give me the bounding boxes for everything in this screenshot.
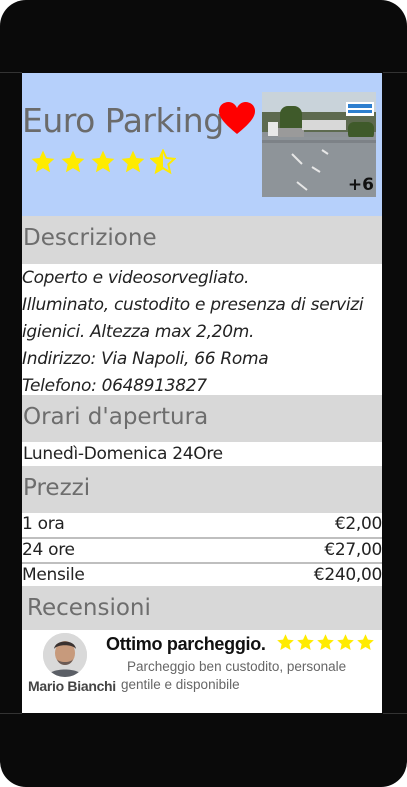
phone-frame: Euro Parking +6 Descrizione Coperto e vi… bbox=[0, 0, 407, 787]
star-half-icon bbox=[150, 149, 176, 175]
price-label: 1 ora bbox=[22, 514, 65, 534]
opening-hours: Lunedì-Domenica 24Ore bbox=[23, 444, 223, 464]
star-icon bbox=[337, 634, 354, 651]
star-icon bbox=[31, 150, 55, 173]
description-line: Illuminato, custodito e presenza di serv… bbox=[22, 295, 364, 315]
review-title: Ottimo parcheggio. bbox=[106, 634, 266, 654]
description-section-header: Descrizione bbox=[22, 216, 382, 264]
star-icon bbox=[317, 634, 334, 651]
reviews-heading: Recensioni bbox=[27, 595, 151, 621]
parking-name: Euro Parking bbox=[22, 101, 224, 140]
price-row: Mensile €240,00 bbox=[22, 564, 382, 588]
star-icon bbox=[121, 150, 145, 173]
parking-header: Euro Parking +6 bbox=[22, 73, 382, 216]
hours-heading: Orari d'apertura bbox=[23, 404, 209, 430]
description-line: Indirizzo: Via Napoli, 66 Roma bbox=[22, 349, 269, 369]
frame-line bbox=[0, 72, 22, 73]
reviewer-avatar bbox=[43, 633, 87, 677]
prices-heading: Prezzi bbox=[23, 475, 91, 501]
price-row: 24 ore €27,00 bbox=[22, 539, 382, 563]
star-icon bbox=[277, 634, 294, 651]
review-item[interactable]: Mario Bianchi Ottimo parcheggio. Parcheg… bbox=[22, 630, 382, 700]
star-icon bbox=[91, 150, 115, 173]
description-text: Coperto e videosorvegliato. Illuminato, … bbox=[22, 265, 382, 400]
frame-line bbox=[383, 713, 407, 714]
price-value: €240,00 bbox=[313, 565, 382, 585]
star-icon bbox=[297, 634, 314, 651]
price-label: 24 ore bbox=[22, 540, 75, 560]
review-text: Parcheggio ben custodito, personale gent… bbox=[121, 658, 377, 694]
rating-stars bbox=[30, 149, 176, 175]
price-value: €2,00 bbox=[334, 514, 382, 534]
price-row: 1 ora €2,00 bbox=[22, 513, 382, 537]
reviews-section-header: Recensioni bbox=[22, 586, 382, 630]
parking-photo[interactable]: +6 bbox=[262, 92, 376, 197]
prices-section-header: Prezzi bbox=[22, 466, 382, 513]
review-text-line: Parcheggio ben custodito, personale bbox=[127, 659, 347, 674]
review-text-line: gentile e disponibile bbox=[121, 677, 240, 692]
star-icon bbox=[61, 150, 85, 173]
review-stars bbox=[276, 633, 375, 652]
star-icon bbox=[357, 634, 374, 651]
description-heading: Descrizione bbox=[23, 225, 157, 251]
price-label: Mensile bbox=[22, 565, 85, 585]
frame-line bbox=[0, 713, 22, 714]
description-line: igienici. Altezza max 2,20m. bbox=[22, 322, 255, 342]
favorite-heart-icon[interactable] bbox=[219, 102, 255, 136]
description-line: Coperto e videosorvegliato. bbox=[22, 268, 250, 288]
avatar-image bbox=[43, 633, 87, 677]
price-value: €27,00 bbox=[324, 540, 382, 560]
reviewer-name: Mario Bianchi bbox=[28, 678, 116, 694]
frame-line bbox=[383, 72, 407, 73]
app-screen: Euro Parking +6 Descrizione Coperto e vi… bbox=[22, 73, 382, 713]
hours-section-header: Orari d'apertura bbox=[22, 395, 382, 442]
more-photos-count: +6 bbox=[347, 175, 374, 195]
